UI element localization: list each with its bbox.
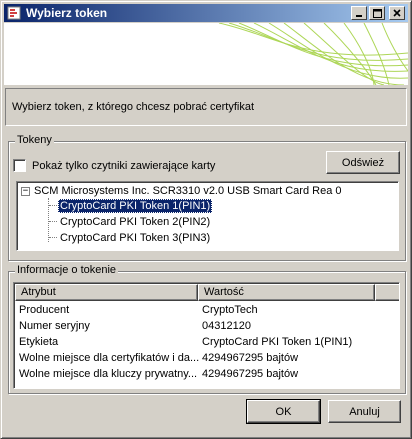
attribute-cell: Numer seryjny (19, 320, 90, 332)
column-header-filler (375, 284, 399, 301)
cancel-button[interactable]: Anuluj (328, 400, 401, 423)
value-cell: 04312120 (202, 320, 251, 332)
banner-swirl-graphic (218, 23, 408, 85)
description-text: Wybierz token, z którego chcesz pobrać c… (12, 101, 254, 113)
ok-button[interactable]: OK (246, 399, 321, 424)
maximize-button[interactable] (369, 6, 385, 20)
attribute-cell: Etykieta (19, 336, 59, 348)
table-row[interactable]: Wolne miejsce dla certyfikatów i da... 4… (19, 351, 392, 366)
token-info-group-label: Informacje o tokenie (15, 264, 119, 276)
value-cell: 4294967295 bajtów (202, 352, 299, 364)
value-cell: CryptoTech (202, 304, 258, 316)
show-readers-with-cards-checkbox[interactable] (13, 159, 26, 172)
table-row[interactable]: Etykieta CryptoCard PKI Token 1(PIN1) (19, 335, 392, 350)
column-header-value[interactable]: Wartość (198, 284, 375, 301)
window-title: Wybierz token (26, 6, 108, 20)
title-bar[interactable]: Wybierz token (4, 4, 408, 22)
close-button[interactable] (389, 6, 405, 20)
show-readers-with-cards-checkbox-row[interactable]: Pokaż tylko czytniki zawierające karty (13, 159, 215, 172)
token-tree[interactable]: − SCM Microsystems Inc. SCR3310 v2.0 USB… (16, 181, 399, 251)
description-box: Wybierz token, z którego chcesz pobrać c… (5, 88, 407, 126)
tree-item-token[interactable]: CryptoCard PKI Token 1(PIN1) (58, 199, 213, 213)
checkbox-label[interactable]: Pokaż tylko czytniki zawierające karty (32, 160, 215, 172)
token-info-list[interactable]: Atrybut Wartość Producent CryptoTech Num… (13, 282, 400, 389)
table-row[interactable]: Producent CryptoTech (19, 303, 392, 318)
tree-connector (49, 237, 57, 238)
refresh-button[interactable]: Odśwież (326, 151, 400, 174)
tree-connector (49, 221, 57, 222)
table-row[interactable]: Numer seryjny 04312120 (19, 319, 392, 334)
close-icon (393, 9, 401, 17)
app-icon (6, 5, 22, 21)
reader-label[interactable]: SCM Microsystems Inc. SCR3310 v2.0 USB S… (34, 185, 341, 197)
minimize-button[interactable] (351, 6, 367, 20)
attribute-cell: Wolne miejsce dla certyfikatów i da... (19, 352, 200, 364)
tree-item-token[interactable]: CryptoCard PKI Token 2(PIN2) (58, 215, 212, 229)
maximize-icon (372, 8, 382, 18)
list-header: Atrybut Wartość (15, 284, 399, 301)
collapse-icon[interactable]: − (21, 186, 30, 196)
tree-root-reader[interactable]: − SCM Microsystems Inc. SCR3310 v2.0 USB… (21, 185, 341, 197)
value-cell: CryptoCard PKI Token 1(PIN1) (202, 336, 353, 348)
tree-connector (49, 205, 57, 206)
tree-item-token[interactable]: CryptoCard PKI Token 3(PIN3) (58, 231, 212, 245)
column-header-attribute[interactable]: Atrybut (15, 284, 198, 301)
dialog-window: Wybierz token Wybierz token, z którego c… (0, 0, 412, 439)
attribute-cell: Wolne miejsce dla kluczy prywatny... (19, 368, 198, 380)
header-banner (4, 23, 408, 85)
value-cell: 4294967295 bajtów (202, 368, 299, 380)
tokens-group-label: Tokeny (15, 134, 54, 146)
attribute-cell: Producent (19, 304, 70, 316)
table-row[interactable]: Wolne miejsce dla kluczy prywatny... 429… (19, 367, 392, 382)
minimize-icon (356, 15, 362, 17)
